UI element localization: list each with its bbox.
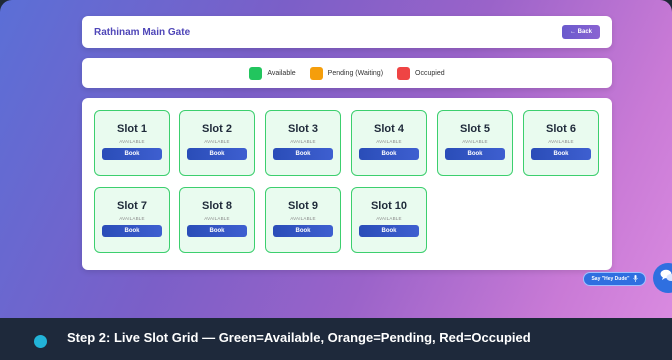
legend-label: Available	[267, 69, 296, 77]
book-button[interactable]: Book	[359, 148, 419, 160]
slot-card: Slot 5 AVAILABLE Book	[437, 110, 513, 176]
chat-button[interactable]	[653, 263, 672, 293]
slot-name: Slot 5	[460, 123, 490, 135]
slot-card: Slot 10 AVAILABLE Book	[351, 187, 427, 253]
book-button[interactable]: Book	[273, 225, 333, 237]
slot-status: AVAILABLE	[376, 216, 402, 221]
app-background: Rathinam Main Gate ← Back Available Pend…	[0, 0, 672, 318]
slot-card: Slot 9 AVAILABLE Book	[265, 187, 341, 253]
caption-bar: Step 2: Live Slot Grid — Green=Available…	[0, 318, 672, 360]
book-button[interactable]: Book	[273, 148, 333, 160]
slot-name: Slot 6	[546, 123, 576, 135]
slot-name: Slot 3	[288, 123, 318, 135]
slot-card: Slot 4 AVAILABLE Book	[351, 110, 427, 176]
slot-status: AVAILABLE	[376, 139, 402, 144]
slot-name: Slot 2	[202, 123, 232, 135]
slot-name: Slot 1	[117, 123, 147, 135]
slot-card: Slot 3 AVAILABLE Book	[265, 110, 341, 176]
slot-card: Slot 2 AVAILABLE Book	[179, 110, 255, 176]
legend-item-pending: Pending (Waiting)	[309, 66, 384, 80]
step-dot-icon	[34, 335, 47, 348]
book-button[interactable]: Book	[445, 148, 505, 160]
slot-card: Slot 1 AVAILABLE Book	[94, 110, 170, 176]
book-button[interactable]: Book	[102, 148, 162, 160]
book-button[interactable]: Book	[359, 225, 419, 237]
header-bar: Rathinam Main Gate ← Back	[82, 16, 612, 48]
slot-status: AVAILABLE	[290, 216, 316, 221]
slot-status: AVAILABLE	[462, 139, 488, 144]
book-button[interactable]: Book	[187, 225, 247, 237]
legend-swatch-available	[249, 66, 263, 80]
slot-grid: Slot 1 AVAILABLE Book Slot 2 AVAILABLE B…	[82, 98, 612, 270]
legend-item-available: Available	[249, 66, 296, 80]
book-button[interactable]: Book	[531, 148, 591, 160]
slot-card: Slot 7 AVAILABLE Book	[94, 187, 170, 253]
slot-name: Slot 9	[288, 200, 318, 212]
page-title: Rathinam Main Gate	[94, 26, 191, 38]
slot-status: AVAILABLE	[204, 139, 230, 144]
microphone-icon	[632, 274, 638, 284]
legend-swatch-pending	[309, 66, 323, 80]
slot-card: Slot 6 AVAILABLE Book	[523, 110, 599, 176]
chat-bubbles-icon	[660, 269, 672, 288]
legend-item-occupied: Occupied	[397, 66, 445, 80]
book-button[interactable]: Book	[187, 148, 247, 160]
legend-label: Pending (Waiting)	[327, 69, 384, 77]
voice-assistant-button[interactable]: Say "Hey Dude"	[583, 272, 646, 286]
slot-card: Slot 8 AVAILABLE Book	[179, 187, 255, 253]
back-button[interactable]: ← Back	[561, 25, 600, 39]
legend-swatch-occupied	[397, 66, 411, 80]
slot-name: Slot 4	[374, 123, 404, 135]
slot-name: Slot 10	[370, 200, 408, 212]
slot-status: AVAILABLE	[119, 139, 145, 144]
status-legend: Available Pending (Waiting) Occupied	[82, 58, 612, 88]
slot-status: AVAILABLE	[548, 139, 574, 144]
slot-name: Slot 8	[202, 200, 232, 212]
slot-status: AVAILABLE	[204, 216, 230, 221]
voice-label: Say "Hey Dude"	[591, 276, 630, 282]
slot-name: Slot 7	[117, 200, 147, 212]
slot-status: AVAILABLE	[290, 139, 316, 144]
book-button[interactable]: Book	[102, 225, 162, 237]
slot-status: AVAILABLE	[119, 216, 145, 221]
caption-text: Step 2: Live Slot Grid — Green=Available…	[67, 330, 531, 345]
legend-label: Occupied	[415, 69, 445, 77]
